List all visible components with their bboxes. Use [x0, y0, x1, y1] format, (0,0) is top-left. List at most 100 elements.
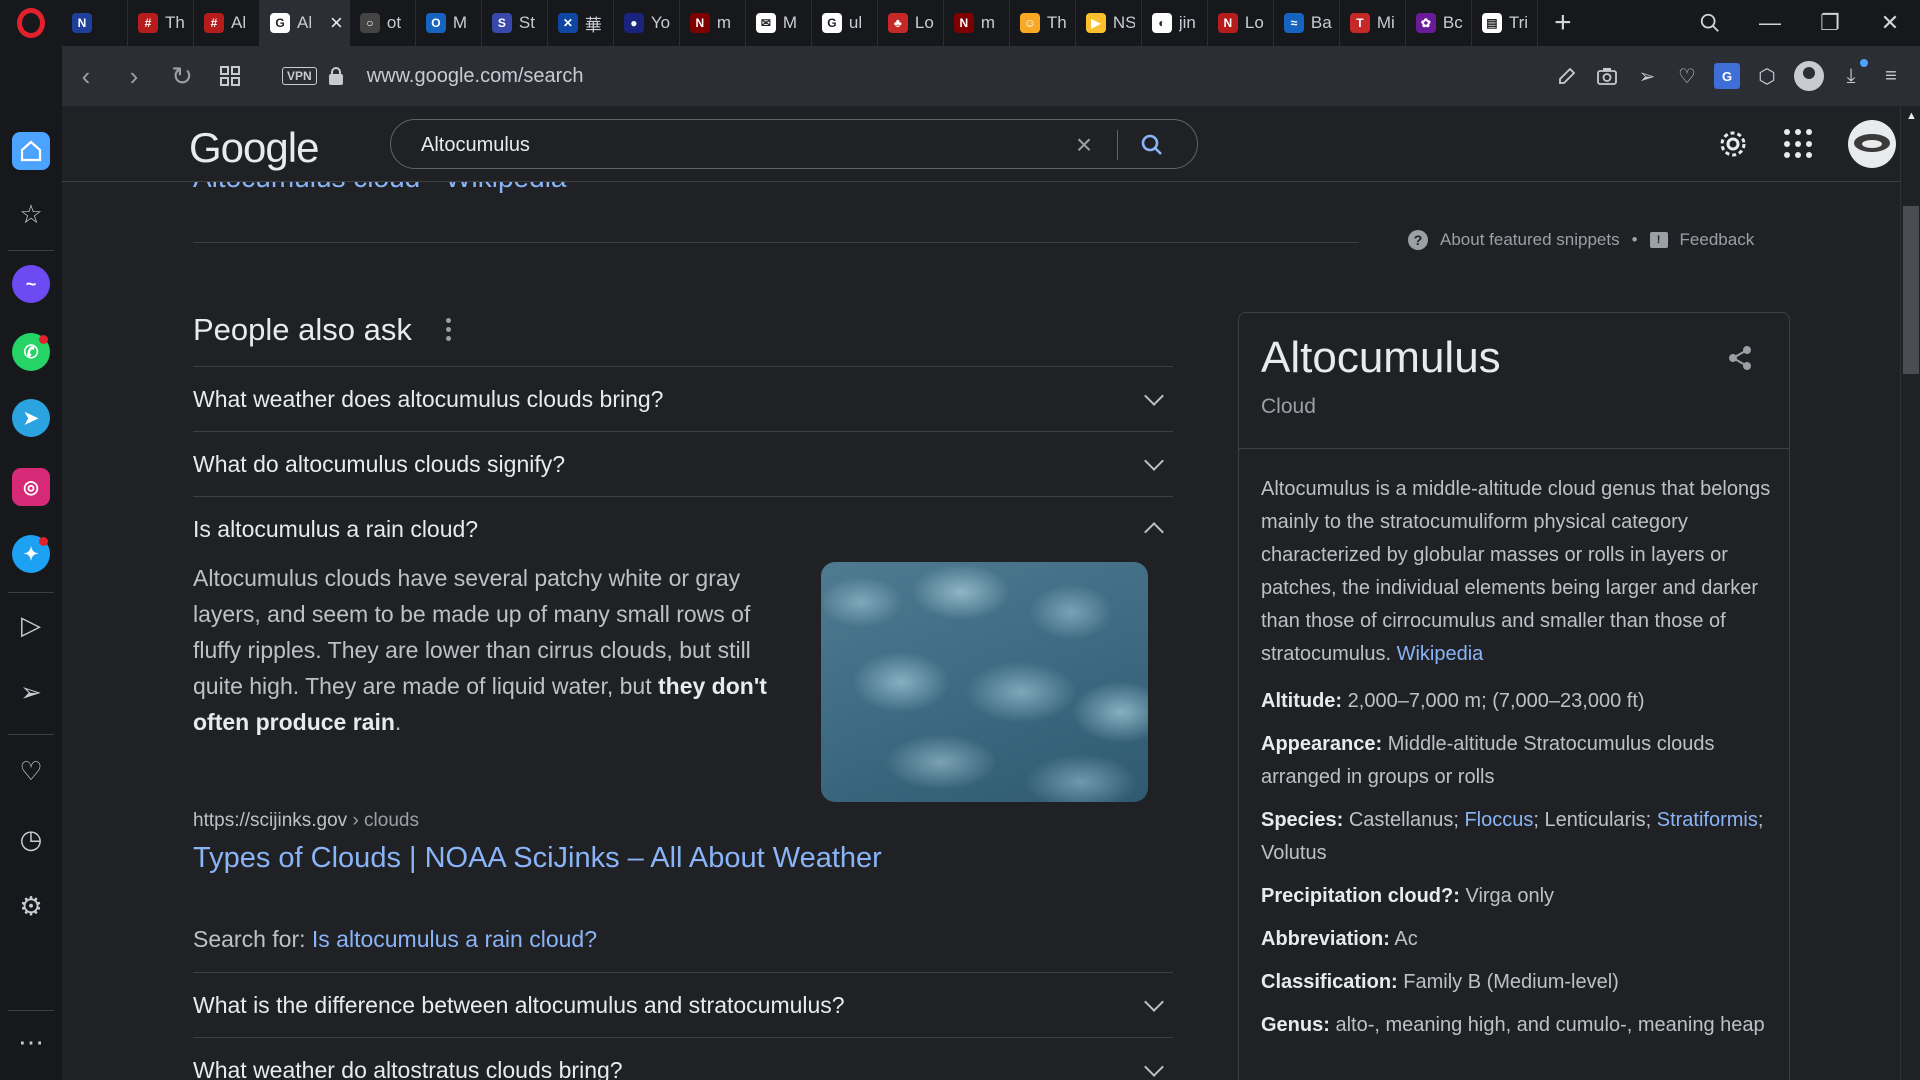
- google-apps-icon[interactable]: [1784, 129, 1814, 159]
- messenger-icon[interactable]: ~: [12, 265, 50, 303]
- easy-setup-icon[interactable]: ≡: [1878, 63, 1904, 89]
- download-icon[interactable]: ⤓: [1838, 59, 1868, 89]
- paa-question-text: What weather do altostratus clouds bring…: [193, 1056, 623, 1080]
- player-icon[interactable]: ▷: [12, 606, 50, 644]
- feedback-link[interactable]: Feedback: [1680, 230, 1755, 250]
- instagram-icon[interactable]: ◎: [12, 468, 50, 506]
- tab-favicon-icon: ✕: [557, 13, 578, 33]
- browser-tab[interactable]: ▤ Tri: [1472, 0, 1538, 46]
- settings-gear-icon[interactable]: ⚙: [12, 887, 50, 925]
- browser-tab-active[interactable]: G Al ×: [260, 0, 350, 46]
- browser-tab[interactable]: Nm: [680, 0, 746, 46]
- browser-tab[interactable]: # Th: [128, 0, 194, 46]
- browser-tab[interactable]: ☺ Th: [1010, 0, 1076, 46]
- browser-tab[interactable]: N: [62, 0, 128, 46]
- tab-title: Lo: [914, 13, 934, 32]
- send-icon[interactable]: ➢: [1634, 63, 1660, 89]
- paa-question[interactable]: What weather do altostratus clouds bring…: [193, 1037, 1173, 1080]
- browser-tab[interactable]: OM: [416, 0, 482, 46]
- tab-title: Yo: [650, 13, 671, 32]
- tab-title: M: [782, 13, 798, 32]
- browser-tab[interactable]: ✿ Bc: [1406, 0, 1472, 46]
- url-field[interactable]: www.google.com/search: [367, 65, 584, 88]
- browser-tab[interactable]: T Mi: [1340, 0, 1406, 46]
- search-input[interactable]: [421, 130, 1021, 160]
- tab-title: Th: [1046, 13, 1067, 32]
- browser-tab[interactable]: N Lo: [1208, 0, 1274, 46]
- browser-tab[interactable]: S St: [482, 0, 548, 46]
- browser-tab[interactable]: ● Yo: [614, 0, 680, 46]
- fact-abbreviation: Abbreviation: Ac: [1261, 928, 1418, 950]
- fact-altitude: Altitude: 2,000–7,000 m; (7,000–23,000 f…: [1261, 690, 1645, 712]
- fact-precipitation: Precipitation cloud?: Virga only: [1261, 885, 1555, 907]
- browser-tab[interactable]: ✉ M: [746, 0, 812, 46]
- opera-menu-button[interactable]: [0, 0, 62, 46]
- edit-page-icon[interactable]: [1554, 63, 1580, 89]
- paa-question-expanded[interactable]: Is altocumulus a rain cloud?: [193, 496, 1173, 561]
- tab-title: Tri: [1508, 13, 1529, 32]
- altocumulus-cloud-image[interactable]: [821, 562, 1148, 802]
- scroll-up-arrow-icon[interactable]: ▲: [1906, 110, 1917, 122]
- history-clock-icon[interactable]: ◷: [12, 820, 50, 858]
- google-settings-button[interactable]: [1716, 127, 1750, 161]
- search-submit-button[interactable]: [1137, 130, 1167, 160]
- sidebar-heart-icon[interactable]: ♡: [12, 752, 50, 790]
- heart-icon[interactable]: ♡: [1674, 63, 1700, 89]
- translate-icon[interactable]: G: [1714, 63, 1740, 89]
- floccus-link[interactable]: Floccus: [1464, 809, 1533, 831]
- tab-overview-button[interactable]: [206, 46, 254, 106]
- tab-title: ot: [386, 13, 402, 32]
- browser-tab[interactable]: # Al: [194, 0, 260, 46]
- browser-tab[interactable]: Nm: [944, 0, 1010, 46]
- clear-icon[interactable]: ×: [1069, 129, 1099, 160]
- sidebar-more-icon[interactable]: ⋯: [12, 1023, 50, 1061]
- tab-bar: N # Th # Al G Al × ○ ot O M S St ✕ 華 ● Yo Nm ✉ M Gul ♣ Lo Nm ☺ Th ▶…: [0, 0, 1920, 46]
- back-button[interactable]: ‹: [62, 46, 110, 106]
- vpn-badge[interactable]: VPN: [282, 67, 317, 85]
- lock-icon[interactable]: [328, 67, 343, 85]
- featured-snippet-link[interactable]: Altocumulus cloud - Wikipedia: [193, 182, 567, 194]
- tab-favicon-icon: N: [953, 13, 974, 33]
- profile-icon[interactable]: [1794, 61, 1824, 91]
- browser-tab[interactable]: ✕ 華: [548, 0, 614, 46]
- paa-question[interactable]: What weather does altocumulus clouds bri…: [193, 366, 1173, 431]
- scrollbar-thumb[interactable]: [1903, 206, 1919, 374]
- browser-tab[interactable]: ◐ jin: [1142, 0, 1208, 46]
- tab-search-button[interactable]: [1680, 0, 1740, 46]
- new-tab-button[interactable]: +: [1538, 0, 1588, 46]
- search-for-link[interactable]: Is altocumulus a rain cloud?: [312, 926, 597, 952]
- paa-question[interactable]: What do altocumulus clouds signify?: [193, 431, 1173, 496]
- page-scrollbar[interactable]: ▲: [1900, 106, 1920, 1080]
- telegram-icon[interactable]: ➤: [12, 399, 50, 437]
- wikipedia-link[interactable]: Wikipedia: [1397, 643, 1484, 665]
- sidebar-bookmarks-icon[interactable]: ☆: [12, 195, 50, 233]
- browser-tab[interactable]: Gul: [812, 0, 878, 46]
- help-icon: ?: [1408, 230, 1428, 250]
- snippet-divider: [193, 242, 1359, 243]
- browser-tab[interactable]: ♣ Lo: [878, 0, 944, 46]
- more-options-icon[interactable]: [446, 318, 452, 341]
- close-tab-icon[interactable]: ×: [330, 10, 343, 36]
- restore-button[interactable]: ❐: [1800, 0, 1860, 46]
- cube-icon[interactable]: ⬡: [1754, 63, 1780, 89]
- stratiformis-link[interactable]: Stratiformis: [1657, 809, 1758, 831]
- google-logo[interactable]: Google: [189, 124, 319, 172]
- browser-tab[interactable]: ≈ Ba: [1274, 0, 1340, 46]
- share-button[interactable]: [1725, 343, 1755, 373]
- flow-send-icon[interactable]: ➢: [12, 673, 50, 711]
- minimize-button[interactable]: —: [1740, 0, 1800, 46]
- about-snippets-link[interactable]: About featured snippets: [1440, 230, 1620, 250]
- reload-button[interactable]: ↻: [158, 46, 206, 106]
- forward-button[interactable]: ›: [110, 46, 158, 106]
- result-title-link[interactable]: Types of Clouds | NOAA SciJinks – All Ab…: [193, 842, 882, 875]
- paa-question[interactable]: What is the difference between altocumul…: [193, 972, 1173, 1037]
- sidebar-home-icon[interactable]: [12, 132, 50, 170]
- browser-tab[interactable]: ○ ot: [350, 0, 416, 46]
- close-window-button[interactable]: ✕: [1860, 0, 1920, 46]
- snapshot-icon[interactable]: [1594, 63, 1620, 89]
- twitter-icon[interactable]: ✦: [12, 535, 50, 573]
- whatsapp-icon[interactable]: ✆: [12, 333, 50, 371]
- browser-tab[interactable]: ▶ NS: [1076, 0, 1142, 46]
- tab-title: m: [980, 13, 996, 32]
- account-avatar[interactable]: [1848, 120, 1896, 168]
